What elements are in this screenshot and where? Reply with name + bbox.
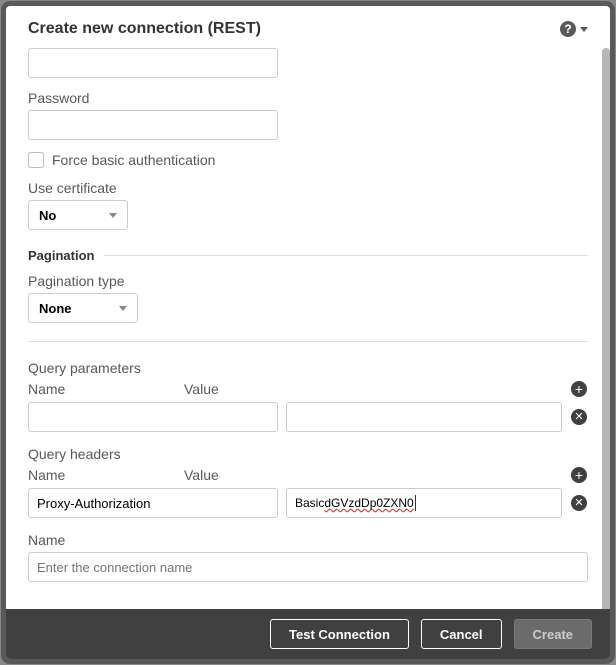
use-certificate-value: No [39,208,56,223]
chevron-down-icon [109,213,117,218]
pagination-type-field: Pagination type None [28,273,588,323]
help-icon: ? [560,21,576,37]
dialog-title: Create new connection (REST) [28,20,261,38]
qp-name-col: Name [28,381,184,397]
query-parameters-header: Name Value + [28,380,588,398]
qh-name-col: Name [28,467,184,483]
close-icon: ✕ [571,409,587,425]
add-query-header-button[interactable]: + [570,466,588,484]
query-headers-header: Name Value + [28,466,588,484]
dialog: Create new connection (REST) ? Password … [6,6,610,659]
create-button[interactable]: Create [514,619,592,649]
qh-name-input[interactable] [28,488,278,518]
pagination-section-title: Pagination [28,248,94,263]
force-basic-label: Force basic authentication [52,152,215,168]
connection-name-field: Name [28,532,588,582]
chevron-down-icon [119,306,127,311]
close-icon: ✕ [571,495,587,511]
divider [28,341,588,342]
connection-name-label: Name [28,532,588,548]
dialog-footer: Test Connection Cancel Create [6,609,610,659]
use-certificate-select[interactable]: No [28,200,128,230]
password-label: Password [28,90,588,106]
query-header-row: Basic dGVzdDp0ZXN0 ✕ [28,488,588,518]
force-basic-checkbox[interactable] [28,152,44,168]
query-parameters-section: Query parameters Name Value + ✕ [28,360,588,432]
query-param-row: ✕ [28,402,588,432]
chevron-down-icon [580,27,588,32]
remove-query-param-button[interactable]: ✕ [570,408,588,426]
text-input[interactable] [28,48,278,78]
use-certificate-field: Use certificate No [28,180,588,230]
pagination-type-value: None [39,301,72,316]
pagination-section-header: Pagination [28,248,588,263]
qp-value-input[interactable] [286,402,562,432]
use-certificate-label: Use certificate [28,180,588,196]
dialog-content: Password Force basic authentication Use … [6,48,610,609]
divider [104,255,588,256]
cancel-button[interactable]: Cancel [421,619,502,649]
query-headers-label: Query headers [28,446,588,462]
qp-value-col: Value [184,381,570,397]
unnamed-field [28,48,588,78]
dialog-header: Create new connection (REST) ? [6,6,610,48]
help-menu[interactable]: ? [560,21,588,37]
qh-value-token: dGVzdDp0ZXN0 [324,496,413,510]
scrollbar-thumb[interactable] [602,48,610,609]
qh-value-col: Value [184,467,570,483]
connection-name-input[interactable] [28,552,588,582]
qp-name-input[interactable] [28,402,278,432]
pagination-type-label: Pagination type [28,273,588,289]
test-connection-button[interactable]: Test Connection [270,619,409,649]
plus-icon: + [571,467,587,483]
qh-value-input[interactable]: Basic dGVzdDp0ZXN0 [286,488,562,518]
scrollbar-track [602,48,610,609]
text-cursor [415,495,416,511]
plus-icon: + [571,381,587,397]
remove-query-header-button[interactable]: ✕ [570,494,588,512]
password-input[interactable] [28,110,278,140]
qh-value-prefix: Basic [295,496,324,510]
pagination-type-select[interactable]: None [28,293,138,323]
force-basic-row: Force basic authentication [28,152,588,168]
query-headers-section: Query headers Name Value + Basic dGVzdDp… [28,446,588,518]
add-query-param-button[interactable]: + [570,380,588,398]
query-parameters-label: Query parameters [28,360,588,376]
password-field: Password [28,90,588,140]
